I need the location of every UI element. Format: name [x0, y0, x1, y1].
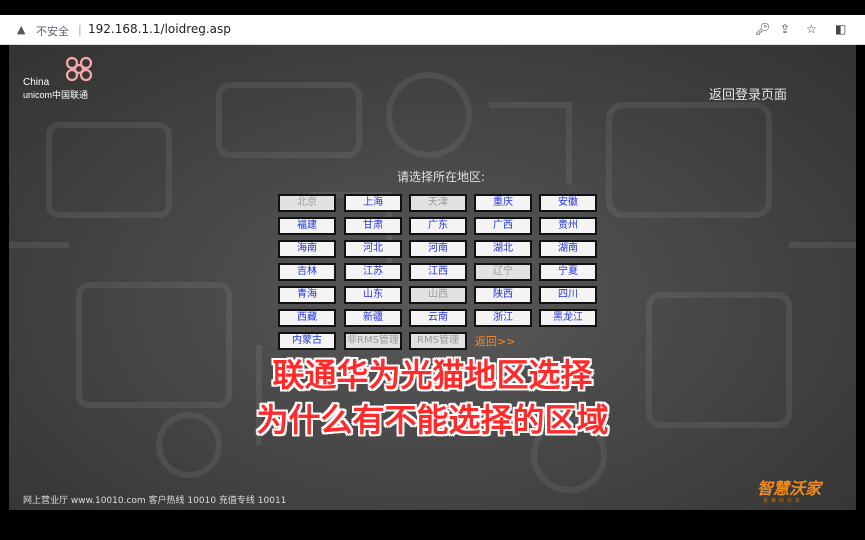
brand-sub: 更美好共享	[763, 498, 804, 504]
region-button: 山西	[409, 286, 467, 304]
region-button[interactable]: 安徽	[539, 194, 597, 212]
region-prompt: 请选择所在地区:	[397, 170, 486, 184]
key-icon[interactable]: 🔑︎	[755, 22, 770, 36]
warning-icon: ▲	[17, 23, 26, 36]
region-button[interactable]: 福建	[278, 217, 336, 235]
logo-line2: unicom中国联通	[23, 90, 89, 100]
region-button[interactable]: 湖北	[474, 240, 532, 258]
letterbox-top	[0, 0, 865, 15]
region-button[interactable]: 江西	[409, 263, 467, 281]
brand-name: 智慧沃家	[757, 479, 822, 498]
region-button: 非RMS管理	[344, 332, 402, 350]
unicom-knot-icon	[65, 56, 93, 82]
share-icon[interactable]: ⇪	[780, 22, 790, 36]
region-button: 北京	[278, 194, 336, 212]
footer-contact: 网上营业厅 www.10010.com 客户热线 10010 充值专线 1001…	[23, 496, 287, 506]
region-button: RMS管理	[409, 332, 467, 350]
region-button[interactable]: 河南	[409, 240, 467, 258]
region-button[interactable]: 陕西	[474, 286, 532, 304]
region-button[interactable]: 四川	[539, 286, 597, 304]
region-button[interactable]: 宁夏	[539, 263, 597, 281]
region-button[interactable]: 浙江	[474, 309, 532, 327]
sidebar-icon[interactable]: ◧	[835, 22, 846, 36]
region-button[interactable]: 青海	[278, 286, 336, 304]
region-button: 辽宁	[474, 263, 532, 281]
region-button[interactable]: 内蒙古	[278, 332, 336, 350]
region-button[interactable]: 海南	[278, 240, 336, 258]
region-button[interactable]: 重庆	[474, 194, 532, 212]
region-button[interactable]: 湖南	[539, 240, 597, 258]
region-button[interactable]: 新疆	[344, 309, 402, 327]
letterbox-bottom	[0, 510, 865, 540]
region-button[interactable]: 贵州	[539, 217, 597, 235]
region-button[interactable]: 广西	[474, 217, 532, 235]
region-button[interactable]: 广东	[409, 217, 467, 235]
star-icon[interactable]: ☆	[806, 22, 817, 36]
region-button[interactable]: 西藏	[278, 309, 336, 327]
separator: |	[78, 23, 82, 36]
region-button[interactable]: 甘肃	[344, 217, 402, 235]
browser-address-bar: ▲ 不安全 | 192.168.1.1/loidreg.asp 🔑︎ ⇪ ☆ ◧	[0, 15, 865, 45]
security-label[interactable]: 不安全	[36, 23, 69, 39]
return-login-link[interactable]: 返回登录页面	[709, 84, 787, 103]
region-button[interactable]: 云南	[409, 309, 467, 327]
region-button[interactable]: 吉林	[278, 263, 336, 281]
region-button[interactable]: 江苏	[344, 263, 402, 281]
back-link[interactable]: 返回>>	[475, 333, 515, 349]
region-button[interactable]: 黑龙江	[539, 309, 597, 327]
unicom-logo: China unicom中国联通	[23, 55, 113, 100]
logo-line1: China	[23, 77, 50, 88]
smart-home-logo: 智慧沃家 更美好共享	[757, 475, 837, 507]
region-button: 天津	[409, 194, 467, 212]
region-button[interactable]: 上海	[344, 194, 402, 212]
overlay-caption-line2: 为什么有不能选择的区域	[256, 401, 609, 439]
region-button[interactable]: 山东	[344, 286, 402, 304]
overlay-caption-line1: 联通华为光猫地区选择	[272, 356, 593, 394]
region-button[interactable]: 河北	[344, 240, 402, 258]
url-field[interactable]: 192.168.1.1/loidreg.asp	[88, 22, 231, 36]
